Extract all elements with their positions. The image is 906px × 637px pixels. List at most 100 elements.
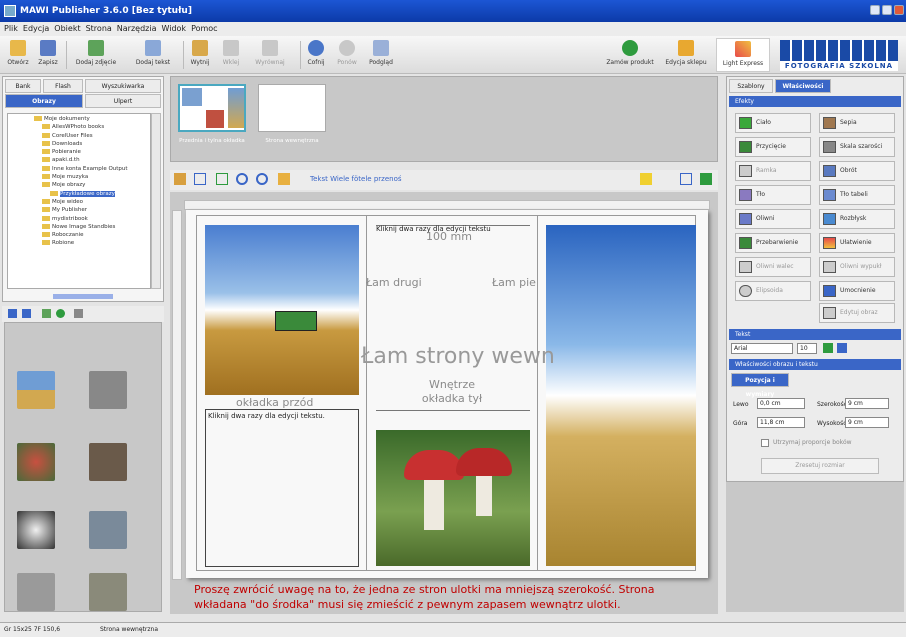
thumbnail-7[interactable] xyxy=(17,573,55,611)
align-button[interactable]: Wyrównaj xyxy=(250,38,290,72)
tree-item[interactable]: Pobieranie xyxy=(10,148,148,156)
order-product-button[interactable]: Zamów produkt xyxy=(602,38,658,72)
menu-tools[interactable]: Narzędzia xyxy=(116,22,158,36)
tree-item[interactable]: My Publisher xyxy=(10,206,148,214)
tab-bank[interactable]: Bank xyxy=(5,79,41,93)
zoom-in-icon[interactable] xyxy=(8,309,17,318)
text-frame[interactable] xyxy=(205,409,359,567)
thumbnail-4[interactable] xyxy=(89,443,127,481)
height-field[interactable]: 9 cm xyxy=(845,417,889,428)
tree-item[interactable]: Moje obrazy xyxy=(10,181,148,189)
settings-icon[interactable] xyxy=(74,309,83,318)
effect-button[interactable]: Rozbłysk xyxy=(819,209,895,229)
open-button[interactable]: Otwórz xyxy=(3,38,33,72)
folder-tree[interactable]: Moje dokumenty AllesWPhoto books CorelUs… xyxy=(7,113,151,289)
tree-item-selected[interactable]: Przykładowe obrazy xyxy=(10,190,148,198)
menu-file[interactable]: Plik xyxy=(3,22,19,36)
effect-button[interactable]: Oliwni xyxy=(735,209,811,229)
warning-icon[interactable] xyxy=(640,173,652,185)
menu-help[interactable]: Pomoc xyxy=(190,22,219,36)
width-field[interactable]: 9 cm xyxy=(845,398,889,409)
maximize-button[interactable] xyxy=(882,5,892,15)
effect-button[interactable]: Tło xyxy=(735,185,811,205)
effect-button[interactable]: Przebarwienie xyxy=(735,233,811,253)
thumbnail-2[interactable] xyxy=(89,371,127,409)
next-arrow-icon[interactable] xyxy=(700,173,712,185)
zoom-out-icon[interactable] xyxy=(256,173,268,185)
effect-button[interactable]: Sepia xyxy=(819,113,895,133)
mushrooms-photo[interactable] xyxy=(376,430,530,566)
effect-button[interactable]: Tło tabeli xyxy=(819,185,895,205)
effects-header[interactable]: Efekty xyxy=(729,96,901,107)
tab-templates[interactable]: Szablony xyxy=(729,79,773,93)
tree-item[interactable]: Moje wideo xyxy=(10,198,148,206)
add-text-button[interactable]: Dodaj tekst xyxy=(128,38,178,72)
thumbnail-6[interactable] xyxy=(89,511,127,549)
minimize-button[interactable] xyxy=(870,5,880,15)
thumbnail-5[interactable] xyxy=(17,511,55,549)
redo-button[interactable]: Ponów xyxy=(332,38,362,72)
save-button[interactable]: Zapisz xyxy=(33,38,63,72)
tab-properties[interactable]: Właściwości xyxy=(775,79,831,93)
wheat-field-photo[interactable] xyxy=(205,225,359,395)
undo-button[interactable]: Cofnij xyxy=(303,38,329,72)
page-thumb-cover[interactable] xyxy=(178,84,246,132)
keep-ratio-checkbox[interactable] xyxy=(761,439,769,447)
text-placeholder[interactable]: Kliknij dwa razy dla edycji tekstu. xyxy=(208,412,325,420)
tree-item[interactable]: Downloads xyxy=(10,140,148,148)
zoom-out-icon[interactable] xyxy=(22,309,31,318)
thumbnail-8[interactable] xyxy=(89,573,127,611)
effect-button[interactable]: Przycięcie xyxy=(735,137,811,157)
text-tool-icon[interactable] xyxy=(278,173,290,185)
menu-view[interactable]: Widok xyxy=(161,22,188,36)
bold-icon[interactable] xyxy=(823,343,833,353)
effect-button[interactable]: Ciało xyxy=(735,113,811,133)
effect-button[interactable]: Elipsoida xyxy=(735,281,811,301)
tree-item[interactable]: AllesWPhoto books xyxy=(10,123,148,131)
globe-icon[interactable] xyxy=(56,309,65,318)
top-field[interactable]: 11,8 cm xyxy=(757,417,805,428)
tree-item[interactable]: apaki.d.th xyxy=(10,156,148,164)
tree-item[interactable]: Moje dokumenty xyxy=(10,115,148,123)
preview-icon[interactable] xyxy=(680,173,692,185)
tab-images[interactable]: Obrazy xyxy=(5,94,83,108)
tree-item[interactable]: Inne konta Example Output xyxy=(10,165,148,173)
tree-item[interactable]: Nowe Image Standbies xyxy=(10,223,148,231)
pencil-icon[interactable] xyxy=(174,173,186,185)
effect-button[interactable]: Skala szarości xyxy=(819,137,895,157)
zoom-in-icon[interactable] xyxy=(236,173,248,185)
tab-search[interactable]: Wyszukiwarka xyxy=(85,79,161,93)
font-select[interactable]: Arial xyxy=(731,343,793,354)
shop-edit-button[interactable]: Edycja sklepu xyxy=(660,38,712,72)
thumbnail-1[interactable] xyxy=(17,371,55,409)
sub-header[interactable]: Właściwości obrazu i tekstu xyxy=(729,359,901,370)
grid-icon[interactable] xyxy=(194,173,206,185)
add-photo-button[interactable]: Dodaj zdjęcie xyxy=(70,38,122,72)
menu-object[interactable]: Obiekt xyxy=(53,22,81,36)
menu-page[interactable]: Strona xyxy=(85,22,113,36)
light-express-button[interactable]: Light Express xyxy=(716,38,770,72)
paste-button[interactable]: Wklej xyxy=(215,38,247,72)
font-size-select[interactable]: 10 xyxy=(797,343,817,354)
tree-item[interactable]: CorelUser Files xyxy=(10,132,148,140)
text-header[interactable]: Tekst xyxy=(729,329,901,340)
tree-scrollbar[interactable] xyxy=(151,113,161,289)
tree-item[interactable]: Moje muzyka xyxy=(10,173,148,181)
image-icon[interactable] xyxy=(42,309,51,318)
edit-image-button[interactable]: Edytuj obraz xyxy=(819,303,895,323)
effect-button[interactable]: Ułatwienie xyxy=(819,233,895,253)
tab-position[interactable]: Pozycja i wymiary xyxy=(731,373,789,398)
page-canvas[interactable]: Kliknij dwa razy dla edycji tekstu 100 m… xyxy=(186,210,708,578)
tab-favorites[interactable]: Ulpert xyxy=(85,94,161,108)
panel-splitter[interactable] xyxy=(53,294,113,299)
thumbnail-3[interactable] xyxy=(17,443,55,481)
preview-button[interactable]: Podgląd xyxy=(365,38,397,72)
left-field[interactable]: 0,0 cm xyxy=(757,398,805,409)
tab-flash[interactable]: Flash xyxy=(43,79,83,93)
effect-button[interactable]: Oliwni wypukł xyxy=(819,257,895,277)
reset-size-button[interactable]: Zresetuj rozmiar xyxy=(761,458,879,474)
effect-button[interactable]: Obrót xyxy=(819,161,895,181)
tree-item[interactable]: mydistribook xyxy=(10,215,148,223)
effect-button[interactable]: Ramka xyxy=(735,161,811,181)
wheat-closeup-photo[interactable] xyxy=(546,225,696,566)
